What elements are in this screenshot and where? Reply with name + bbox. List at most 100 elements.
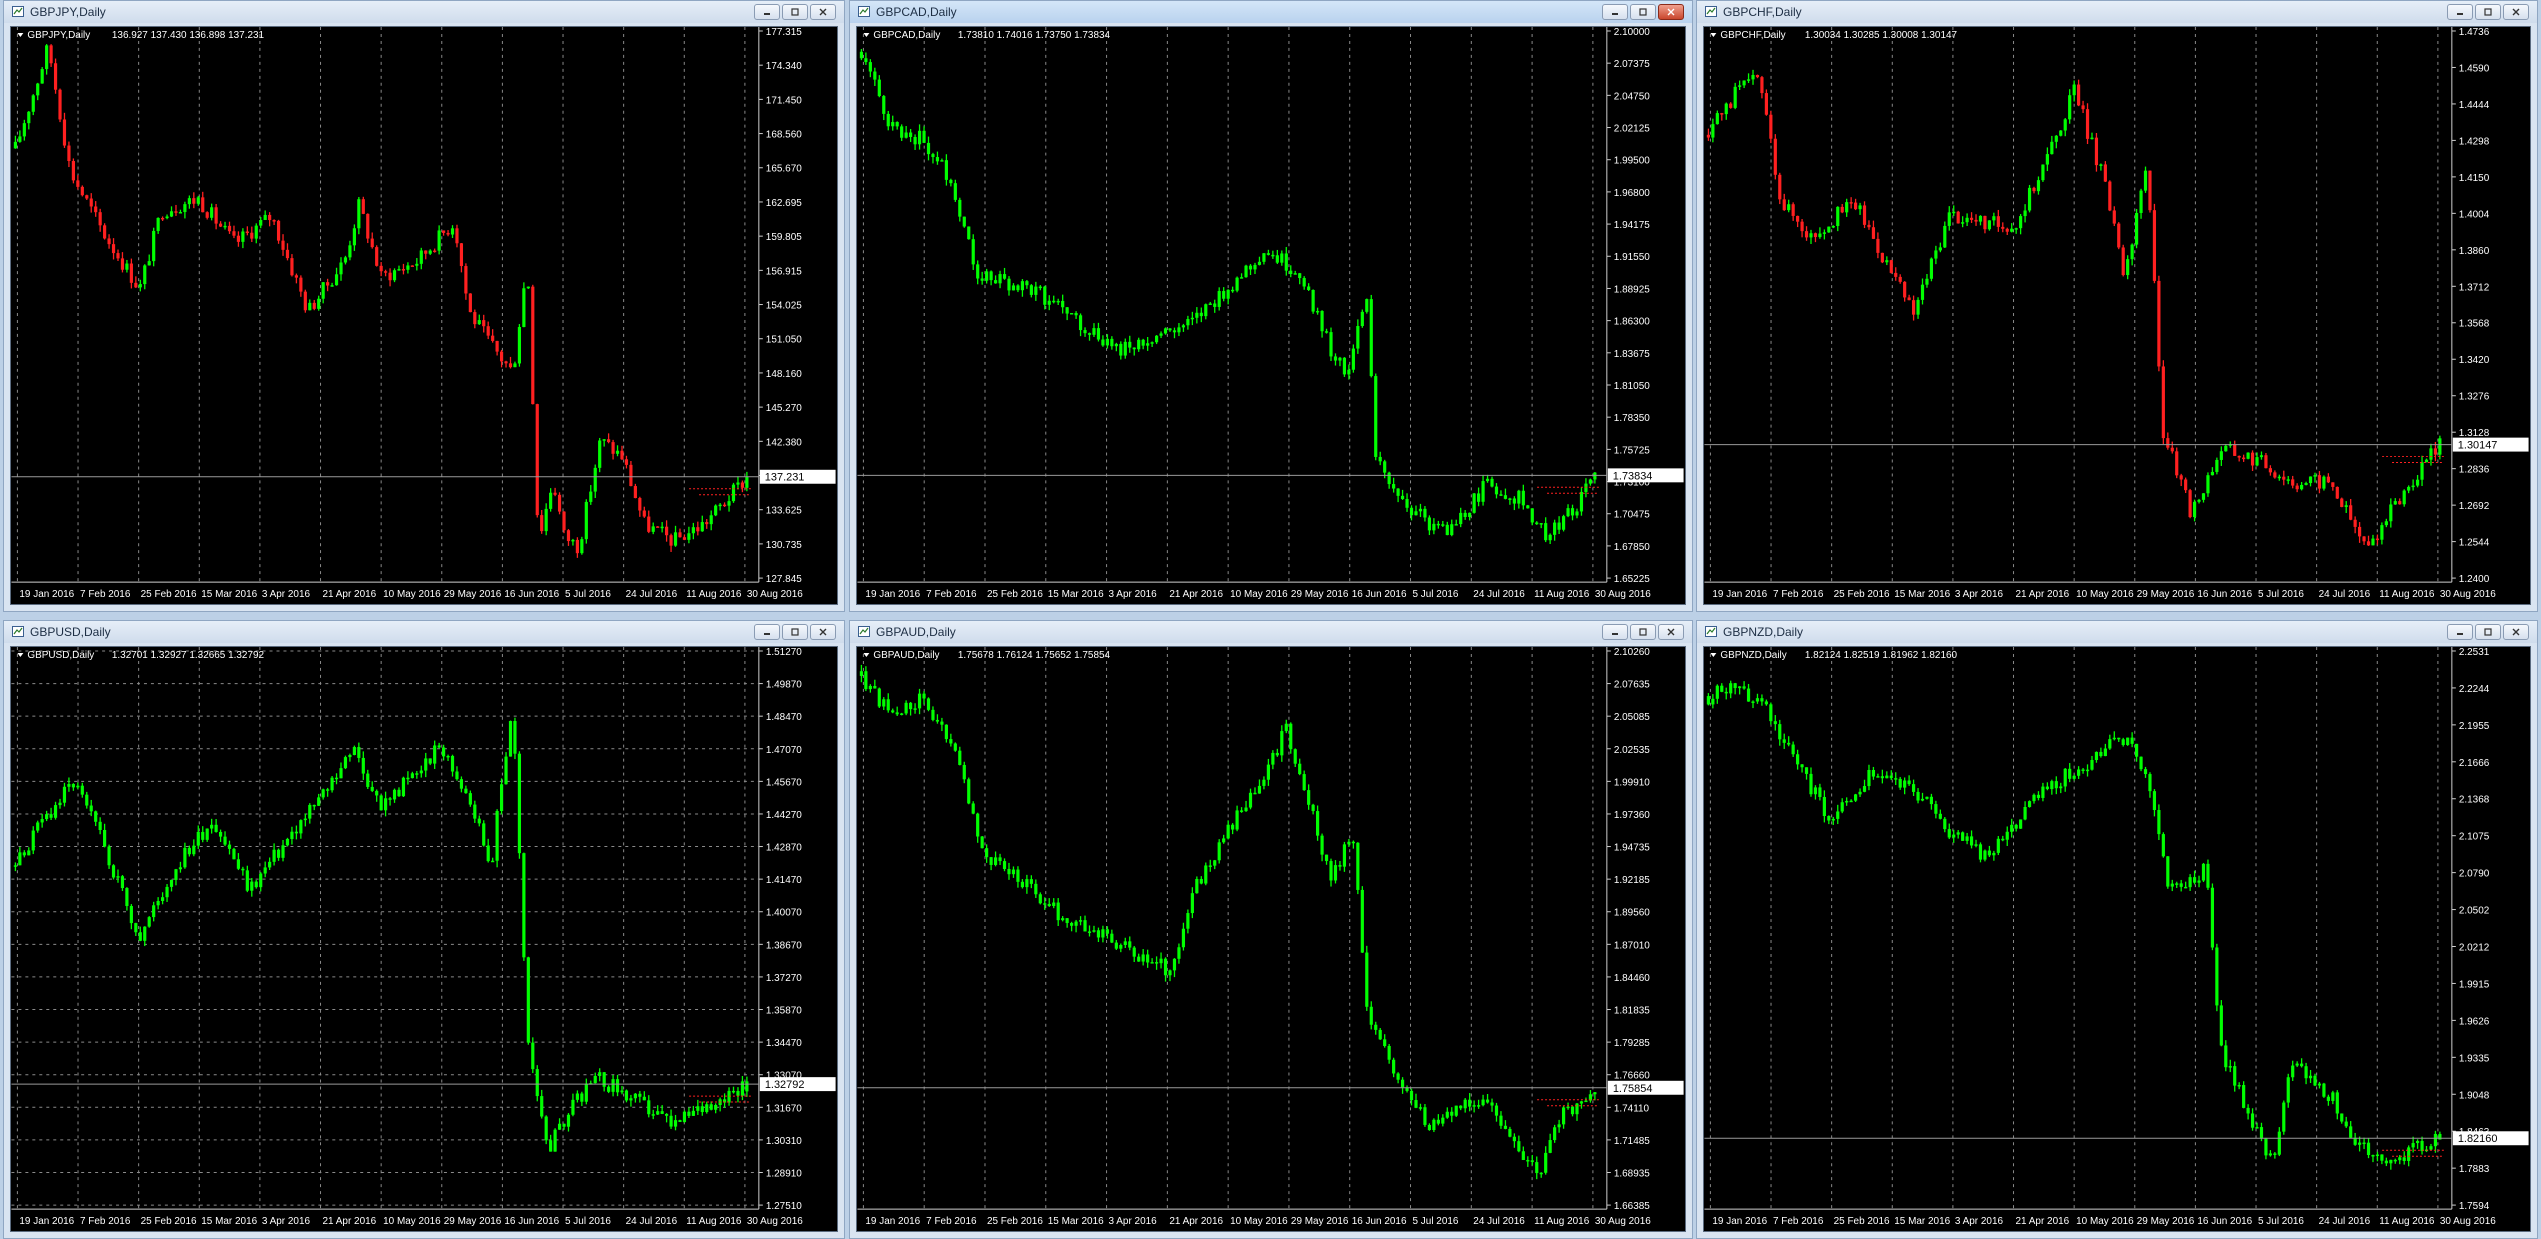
chart-canvas[interactable]: 19 Jan 2016 7 Feb 2016 25 Feb 2016 15 Mar 2…	[1704, 647, 2530, 1231]
candle-body	[2255, 1127, 2259, 1129]
window-titlebar[interactable]: GBPCAD,Daily	[850, 1, 1692, 23]
candle-body	[1969, 217, 1974, 220]
candle-body	[1043, 286, 1047, 305]
candle-body	[415, 773, 419, 775]
price-chart[interactable]: 19 Jan 2016 7 Feb 2016 25 Feb 2016 15 Mar 2…	[1703, 26, 2531, 605]
candle-body	[1275, 752, 1279, 756]
minimize-button[interactable]	[754, 624, 780, 640]
candle-body	[660, 1111, 664, 1114]
chart-canvas[interactable]: 19 Jan 2016 7 Feb 2016 25 Feb 2016 15 Mar 2…	[11, 647, 837, 1231]
chart-canvas[interactable]: 19 Jan 2016 7 Feb 2016 25 Feb 2016 15 Mar 2…	[1704, 27, 2530, 604]
dropdown-triangle-icon[interactable]	[1710, 32, 1717, 37]
candle-body	[1854, 202, 1858, 210]
x-tick-label: 5 Jul 2016	[565, 589, 611, 600]
candle-body	[1579, 491, 1584, 512]
candle-body	[2268, 1153, 2272, 1156]
candle-body	[1987, 220, 1992, 230]
minimize-button[interactable]	[2447, 4, 2473, 20]
maximize-button[interactable]	[1630, 4, 1656, 20]
candle-body	[1965, 217, 1969, 223]
close-button[interactable]	[2503, 4, 2529, 20]
dropdown-triangle-icon[interactable]	[863, 652, 870, 657]
candle-body	[2277, 1131, 2281, 1155]
minimize-button[interactable]	[1602, 4, 1628, 20]
price-chart[interactable]: 19 Jan 2016 7 Feb 2016 25 Feb 2016 15 Mar 2…	[10, 646, 838, 1232]
maximize-button[interactable]	[2475, 624, 2501, 640]
candle-body	[1916, 791, 1920, 801]
window-titlebar[interactable]: GBPUSD,Daily	[4, 621, 844, 643]
maximize-button[interactable]	[1630, 624, 1656, 640]
y-tick-label: 1.2544	[2459, 538, 2490, 549]
candle-body	[1047, 300, 1051, 305]
window-titlebar[interactable]: GBPAUD,Daily	[850, 621, 1692, 643]
chart-window-gbpusd[interactable]: GBPUSD,Daily 19 Jan 2016 7 Feb 2016 25 Feb …	[3, 620, 845, 1239]
candle-body	[2152, 791, 2157, 811]
x-tick-label: 11 Aug 2016	[1534, 1216, 1590, 1227]
chart-window-gbpaud[interactable]: GBPAUD,Daily 19 Jan 2016 7 Feb 2016 25 Feb …	[849, 620, 1693, 1239]
candle-body	[1034, 883, 1038, 895]
candle-body	[909, 132, 913, 137]
candle-body	[2322, 1083, 2326, 1097]
candle-body	[1907, 297, 1911, 301]
maximize-button[interactable]	[782, 624, 808, 640]
dropdown-triangle-icon[interactable]	[863, 32, 870, 37]
candle-body	[486, 326, 490, 336]
candle-body	[971, 239, 975, 265]
maximize-button[interactable]	[782, 4, 808, 20]
candle-body	[886, 113, 890, 127]
chart-canvas[interactable]: 19 Jan 2016 7 Feb 2016 25 Feb 2016 15 Mar 2…	[857, 647, 1685, 1231]
candle-body	[647, 1100, 651, 1115]
close-icon	[2512, 628, 2520, 636]
chart-canvas[interactable]: 19 Jan 2016 7 Feb 2016 25 Feb 2016 15 Mar 2…	[857, 27, 1685, 604]
window-titlebar[interactable]: GBPNZD,Daily	[1697, 621, 2537, 643]
chart-window-gbpjpy[interactable]: GBPJPY,Daily 19 Jan 2016 7 Feb 2016 25 Feb …	[3, 0, 845, 612]
candle-body	[94, 811, 98, 822]
window-titlebar[interactable]: GBPCHF,Daily	[1697, 1, 2537, 23]
chart-window-gbpnzd[interactable]: GBPNZD,Daily 19 Jan 2016 7 Feb 2016 25 Feb …	[1696, 620, 2538, 1239]
close-icon	[819, 628, 827, 636]
candle-body	[1871, 227, 1876, 239]
candle-body	[2094, 137, 2099, 166]
y-tick-label: 1.87010	[1614, 940, 1650, 951]
chart-canvas[interactable]: 19 Jan 2016 7 Feb 2016 25 Feb 2016 15 Mar 2…	[11, 27, 837, 604]
candle-body	[1213, 860, 1217, 866]
y-tick-label: 1.79285	[1614, 1038, 1650, 1049]
close-button[interactable]	[2503, 624, 2529, 640]
chart-window-gbpchf[interactable]: GBPCHF,Daily 19 Jan 2016 7 Feb 2016 25 Feb …	[1696, 0, 2538, 612]
x-tick-label: 15 Mar 2016	[1048, 589, 1104, 600]
candle-body	[931, 709, 935, 720]
dropdown-triangle-icon[interactable]	[17, 32, 24, 37]
candle-body	[2143, 170, 2148, 191]
candle-body	[1432, 523, 1436, 531]
candle-body	[1769, 704, 1773, 722]
y-tick-label: 151.050	[766, 335, 802, 346]
candle-body	[508, 363, 513, 368]
price-chart[interactable]: 19 Jan 2016 7 Feb 2016 25 Feb 2016 15 Mar 2…	[10, 26, 838, 605]
x-tick-label: 15 Mar 2016	[1894, 1216, 1950, 1227]
x-tick-label: 19 Jan 2016	[19, 1216, 74, 1227]
candle-body	[455, 771, 459, 780]
y-tick-label: 1.9335	[2459, 1053, 2490, 1064]
price-chart[interactable]: 19 Jan 2016 7 Feb 2016 25 Feb 2016 15 Mar 2…	[856, 646, 1686, 1232]
candle-body	[985, 848, 989, 858]
close-button[interactable]	[810, 4, 836, 20]
window-titlebar[interactable]: GBPJPY,Daily	[4, 1, 844, 23]
close-button[interactable]	[1658, 624, 1684, 640]
minimize-button[interactable]	[754, 4, 780, 20]
minimize-button[interactable]	[2447, 624, 2473, 640]
candle-body	[205, 212, 209, 218]
price-chart[interactable]: 19 Jan 2016 7 Feb 2016 25 Feb 2016 15 Mar 2…	[1703, 646, 2531, 1232]
dropdown-triangle-icon[interactable]	[17, 652, 24, 657]
close-button[interactable]	[810, 624, 836, 640]
candle-body	[160, 897, 165, 901]
candle-body	[1231, 289, 1235, 292]
chart-window-gbpcad[interactable]: GBPCAD,Daily 19 Jan 2016 7 Feb 2016 25 Feb …	[849, 0, 1693, 612]
dropdown-triangle-icon[interactable]	[1710, 652, 1717, 657]
maximize-button[interactable]	[2475, 4, 2501, 20]
candle-body	[2063, 119, 2067, 131]
candle-body	[1186, 913, 1190, 929]
minimize-button[interactable]	[1602, 624, 1628, 640]
close-button[interactable]	[1658, 4, 1684, 20]
price-chart[interactable]: 19 Jan 2016 7 Feb 2016 25 Feb 2016 15 Mar 2…	[856, 26, 1686, 605]
candle-body	[1409, 507, 1414, 516]
